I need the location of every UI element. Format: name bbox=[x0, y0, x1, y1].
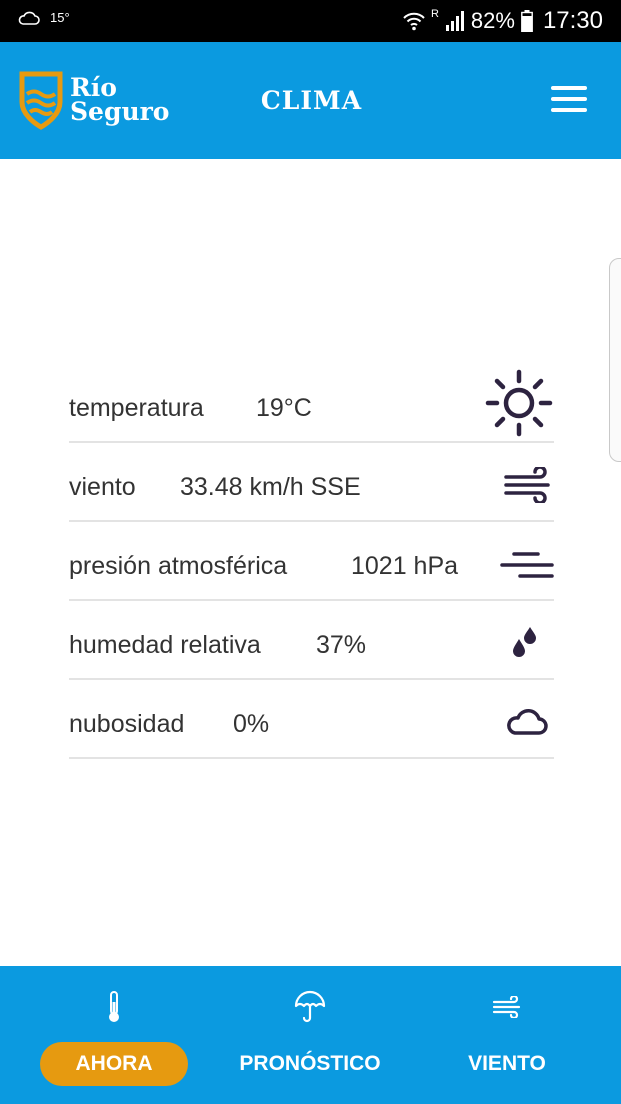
tab-viento[interactable]: VIENTO bbox=[446, 966, 568, 1104]
list-item-wind: viento 33.48 km/h SSE bbox=[69, 443, 554, 522]
wifi-icon bbox=[403, 12, 425, 31]
weather-list: temperatura 19°C viento 33.48 km/h SSE p… bbox=[69, 364, 554, 759]
battery-percent: 82% bbox=[470, 8, 515, 33]
tab-ahora[interactable]: AHORA bbox=[40, 966, 188, 1104]
row-label: presión atmosférica bbox=[69, 552, 288, 580]
row-label: temperatura bbox=[69, 394, 204, 422]
wind-icon bbox=[504, 467, 550, 503]
row-value: 33.48 km/h SSE bbox=[180, 473, 361, 501]
list-item-pressure: presión atmosférica 1021 hPa bbox=[69, 522, 554, 601]
row-label: viento bbox=[69, 473, 136, 501]
clock: 17:30 bbox=[542, 7, 603, 34]
logo-text-line2: Seguro bbox=[70, 97, 170, 126]
signal-icon bbox=[445, 11, 464, 31]
edge-panel-handle[interactable] bbox=[609, 258, 621, 462]
bottom-navigation: AHORA PRONÓSTICO VIENTO bbox=[0, 966, 621, 1104]
roaming-indicator: R bbox=[430, 8, 439, 20]
wind-icon bbox=[492, 996, 521, 1018]
row-label: humedad relativa bbox=[69, 631, 261, 659]
shield-logo-icon bbox=[19, 71, 63, 130]
page-title: CLIMA bbox=[260, 86, 363, 115]
hamburger-icon bbox=[551, 86, 587, 90]
umbrella-icon bbox=[294, 990, 326, 1023]
status-bar: 15° R 82% 17:30 bbox=[0, 0, 621, 42]
pressure-lines-icon bbox=[500, 552, 554, 578]
list-item-cloudiness: nubosidad 0% bbox=[69, 680, 554, 759]
status-temperature: 15° bbox=[50, 10, 70, 25]
row-value: 37% bbox=[316, 631, 367, 659]
tab-label: AHORA bbox=[40, 1042, 188, 1086]
tab-label: PRONÓSTICO bbox=[239, 1052, 381, 1075]
row-value: 19°C bbox=[256, 394, 312, 422]
cloud-icon bbox=[507, 709, 548, 735]
cloud-icon bbox=[18, 11, 40, 25]
battery-icon bbox=[521, 10, 533, 32]
app-header: CLIMA Río Seguro bbox=[0, 42, 621, 159]
list-item-temperature: temperatura 19°C bbox=[69, 364, 554, 443]
menu-button[interactable] bbox=[551, 86, 587, 114]
thermometer-icon bbox=[109, 991, 119, 1022]
list-item-humidity: humedad relativa 37% bbox=[69, 601, 554, 680]
app-logo[interactable]: Río Seguro bbox=[18, 70, 169, 130]
row-label: nubosidad bbox=[69, 710, 185, 738]
tab-label: VIENTO bbox=[468, 1052, 546, 1075]
sun-icon bbox=[485, 369, 553, 437]
tab-pronostico[interactable]: PRONÓSTICO bbox=[230, 966, 390, 1104]
drops-icon bbox=[513, 627, 536, 657]
row-value: 0% bbox=[233, 710, 270, 738]
row-value: 1021 hPa bbox=[351, 552, 459, 580]
